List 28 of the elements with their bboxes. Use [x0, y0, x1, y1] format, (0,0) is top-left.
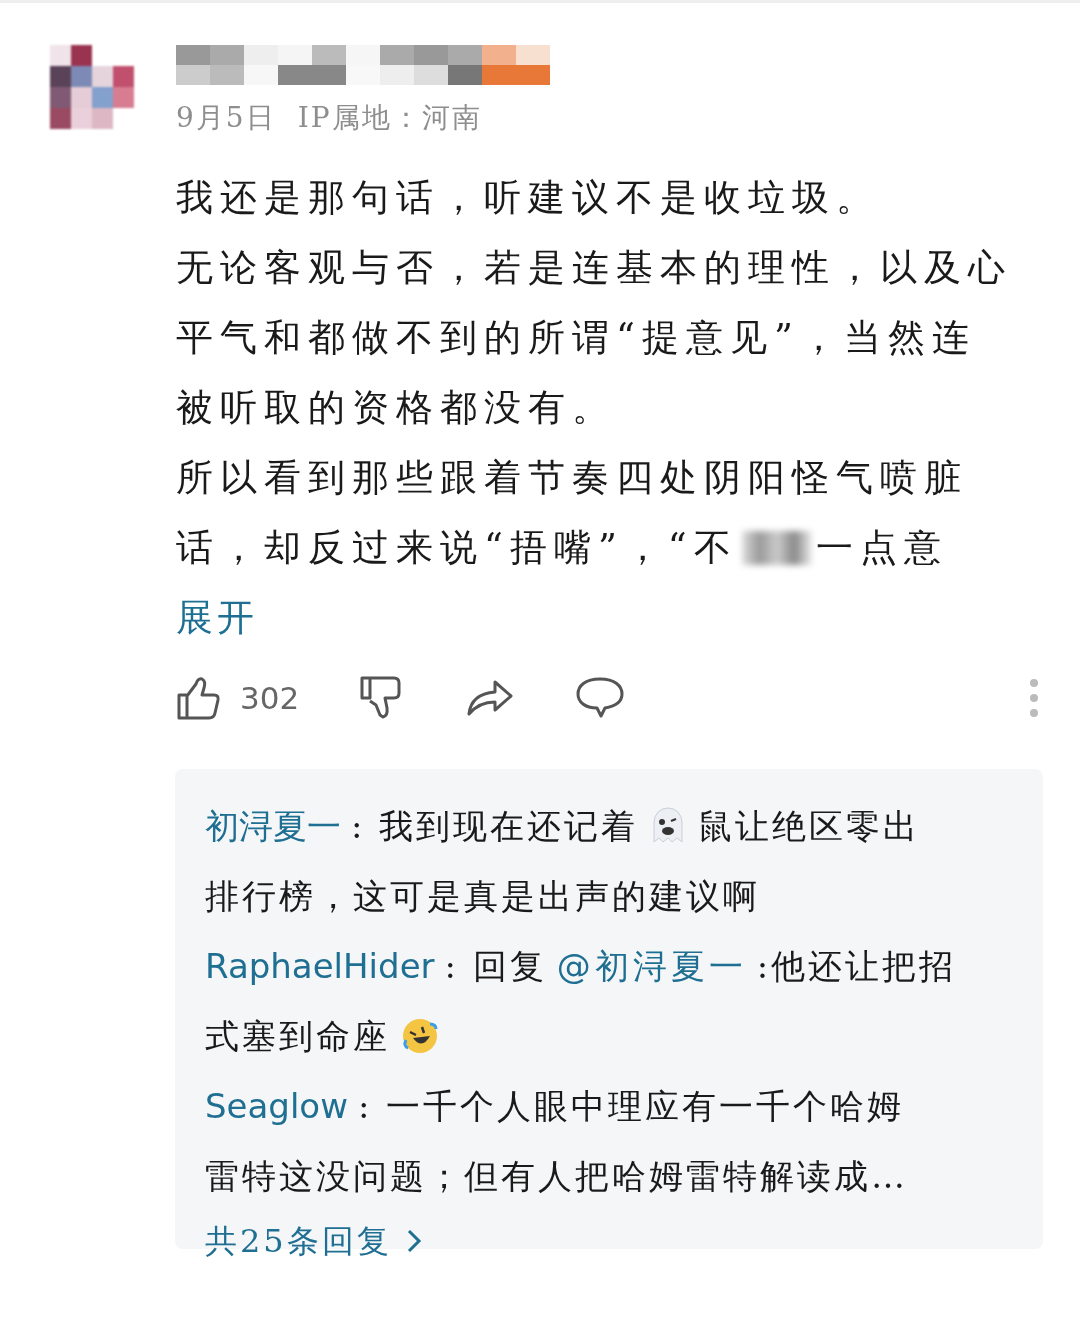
reply-text: : 回复 [444, 945, 547, 988]
reply-text: 式塞到命座 [205, 1015, 390, 1058]
mention-link[interactable]: @初浔夏一 [556, 931, 747, 1001]
comment-text: 话，却反过来说“捂嘴”，“不 [176, 525, 738, 571]
chevron-right-icon [405, 1228, 422, 1254]
reply-text: 排行榜，这可是真是出声的建议啊 [205, 875, 760, 918]
reply-author[interactable]: Seaglow [205, 1071, 348, 1141]
reply-text: 雷特这没问题；但有人把哈姆雷特解读成… [205, 1155, 908, 1198]
comment-icon[interactable] [575, 676, 626, 720]
comment-text: 所以看到那些跟着节奏四处阴阳怪气喷脏 [176, 455, 968, 501]
comment-text: 被听取的资格都没有。 [176, 385, 616, 431]
laughing-emoji-icon [400, 1016, 440, 1056]
comment-text: 无论客观与否，若是连基本的理性，以及心 [176, 245, 1012, 291]
reply-text: : 一千个人眼中理应有一千个哈姆 [358, 1085, 905, 1128]
comment-date: 9月5日 [176, 100, 276, 136]
ip-location: IP属地：河南 [297, 100, 482, 136]
reply-text: : 我到现在还记着 [351, 805, 639, 848]
reply-text: 鼠让绝区零出 [698, 805, 921, 848]
like-count: 302 [240, 680, 300, 716]
view-all-replies-link[interactable]: 共25条回复 [205, 1211, 422, 1271]
comment-text: 我还是那句话，听建议不是收垃圾。 [176, 175, 880, 221]
expand-link[interactable]: 展开 [176, 583, 258, 653]
reply-author[interactable]: 初浔夏一 [205, 791, 341, 861]
comment-text: 平气和都做不到的所谓“提意见”，当然连 [176, 315, 976, 361]
reply-text: :他还让把招 [756, 945, 957, 988]
thumbs-up-icon[interactable] [176, 675, 222, 721]
comment-text: 一点意 [815, 525, 948, 571]
reply-author[interactable]: RaphaelHider [205, 931, 435, 1001]
